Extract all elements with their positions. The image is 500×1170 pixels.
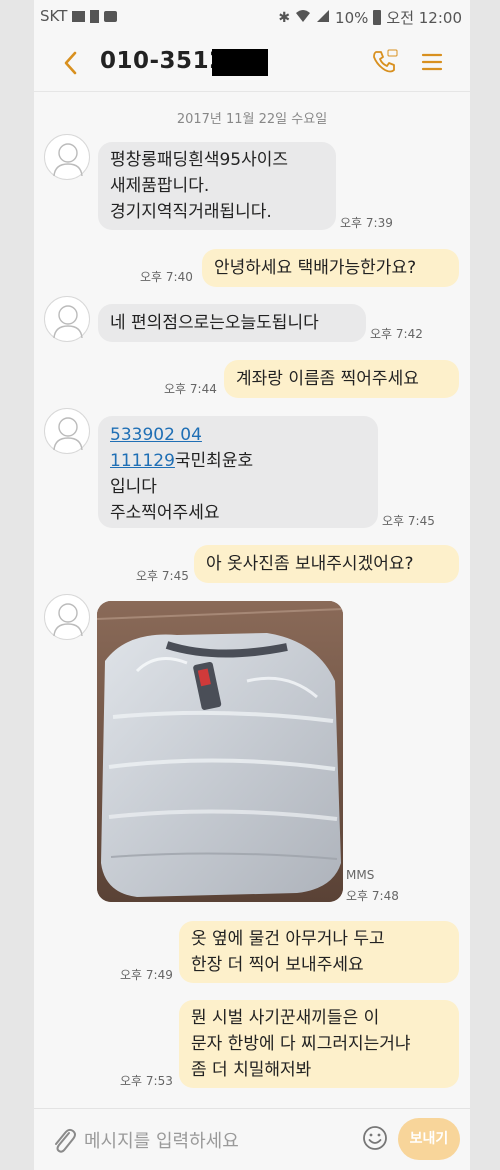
messaging-screen: SKT ✱ 10% 오전 12:00 010-3512- 2017년 11월 2… [34, 0, 470, 1170]
bluetooth-icon: ✱ [278, 9, 291, 26]
incoming-message-bubble[interactable]: 평창롱패딩흰색95사이즈 새제품팝니다. 경기지역직거래됩니다. [98, 142, 336, 230]
back-arrow-icon[interactable] [58, 48, 84, 78]
outgoing-message-bubble[interactable]: 안녕하세요 택배가능한가요? [202, 249, 459, 287]
outgoing-message-bubble[interactable]: 계좌랑 이름좀 찍어주세요 [224, 360, 459, 398]
sim-notification-icon [90, 9, 100, 23]
message-text: 계좌랑 이름좀 찍어주세요 [236, 369, 419, 389]
message-time: 오후 7:45 [136, 569, 189, 583]
mms-label: MMS [346, 868, 375, 882]
message-time: 오후 7:48 [346, 889, 399, 903]
send-button[interactable]: 보내기 [398, 1118, 460, 1160]
message-notification-icon [104, 10, 118, 22]
gallery-notification-icon [72, 10, 86, 22]
outgoing-message-bubble[interactable]: 옷 옆에 물건 아무거나 두고 한장 더 찍어 보내주세요 [179, 921, 459, 983]
message-text: 옷 옆에 물건 아무거나 두고 [191, 929, 385, 949]
carrier-label: SKT [40, 7, 68, 25]
clock: 오전 12:00 [386, 9, 462, 27]
message-text: 안녕하세요 택배가능한가요? [214, 258, 417, 278]
conversation-header: 010-3512- [34, 34, 470, 92]
hd-call-icon[interactable] [370, 48, 398, 76]
mms-photo[interactable] [97, 601, 343, 902]
message-text: 아 옷사진좀 보내주시겠어요? [206, 554, 414, 574]
contact-avatar[interactable] [44, 134, 90, 180]
signal-icon [316, 9, 330, 27]
message-text: 국민최윤호 [174, 451, 254, 471]
message-text: 한장 더 찍어 보내주세요 [191, 955, 364, 975]
outgoing-message-bubble[interactable]: 아 옷사진좀 보내주시겠어요? [194, 545, 459, 583]
message-time: 오후 7:44 [164, 382, 217, 396]
message-text: 입니다 [110, 477, 157, 497]
phone-number-link[interactable]: 111129 [110, 451, 175, 471]
message-time: 오후 7:45 [382, 514, 435, 528]
contact-avatar[interactable] [44, 408, 90, 454]
wifi-icon [295, 9, 311, 27]
menu-icon[interactable] [420, 50, 444, 74]
message-time: 오후 7:53 [120, 1074, 173, 1088]
battery-icon [373, 10, 382, 25]
message-text: 경기지역직거래됩니다. [110, 202, 272, 222]
message-text: 문자 한방에 다 찌그러지는거냐 [191, 1034, 411, 1054]
message-composer: 메시지를 입력하세요 보내기 [34, 1108, 470, 1170]
incoming-message-bubble[interactable]: 네 편의점으로는오늘도됩니다 [98, 304, 366, 342]
emoji-icon[interactable] [360, 1123, 390, 1153]
message-text: 좀 더 치밀해저봐 [191, 1060, 312, 1080]
status-bar: SKT ✱ 10% 오전 12:00 [34, 0, 470, 34]
attach-icon[interactable] [48, 1123, 78, 1157]
message-text: 네 편의점으로는오늘도됩니다 [110, 313, 319, 333]
contact-avatar[interactable] [44, 594, 90, 640]
message-text: 평창롱패딩흰색95사이즈 [110, 150, 289, 170]
redaction-block [212, 49, 268, 76]
message-input[interactable]: 메시지를 입력하세요 [84, 1127, 239, 1153]
incoming-message-bubble[interactable]: 533902 04 111129국민최윤호 입니다 주소찍어주세요 [98, 416, 378, 528]
message-text: 새제품팝니다. [110, 176, 210, 196]
date-separator: 2017년 11월 22일 수요일 [176, 112, 328, 127]
message-text: 주소찍어주세요 [110, 503, 220, 523]
contact-avatar[interactable] [44, 296, 90, 342]
message-time: 오후 7:40 [140, 270, 193, 284]
battery-percent: 10% [335, 8, 369, 27]
message-text: 뭔 시벌 사기꾼새끼들은 이 [191, 1008, 380, 1028]
phone-number-link[interactable]: 533902 04 [110, 425, 202, 445]
message-time: 오후 7:49 [120, 968, 173, 982]
message-time: 오후 7:42 [370, 327, 423, 341]
outgoing-message-bubble[interactable]: 뭔 시벌 사기꾼새끼들은 이 문자 한방에 다 찌그러지는거냐 좀 더 치밀해저… [179, 1000, 459, 1088]
message-time: 오후 7:39 [340, 216, 393, 230]
